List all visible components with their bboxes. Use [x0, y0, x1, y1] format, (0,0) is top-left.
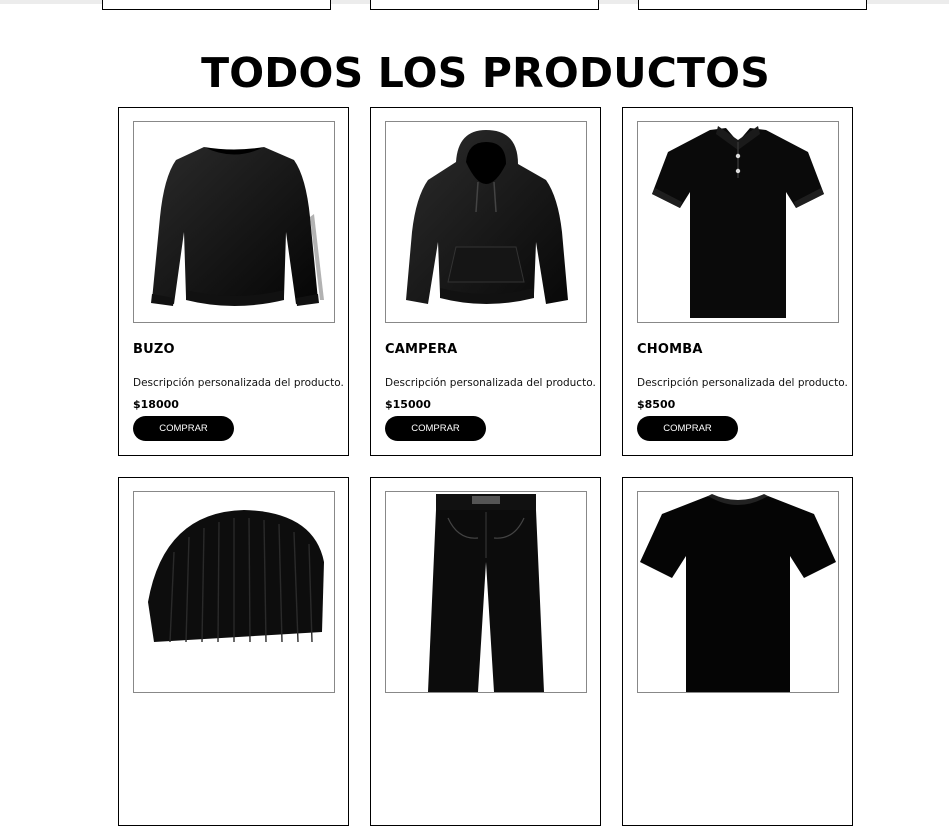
product-image[interactable]: [385, 121, 587, 323]
product-description: Descripción personalizada del producto.: [637, 377, 848, 389]
tshirt-image: [640, 494, 836, 692]
product-price: $8500: [637, 398, 676, 411]
product-card-partial-top: [370, 0, 599, 10]
section-title: TODOS LOS PRODUCTOS: [201, 49, 770, 97]
product-card-buzo: BUZO Descripción personalizada del produ…: [118, 107, 349, 456]
product-card-beanie: [118, 477, 349, 826]
product-image[interactable]: [637, 491, 839, 693]
buy-button[interactable]: COMPRAR: [637, 416, 738, 441]
product-card-partial-top: [102, 0, 331, 10]
polo-shirt-image: [652, 126, 824, 318]
product-image[interactable]: [385, 491, 587, 693]
product-description: Descripción personalizada del producto.: [133, 377, 344, 389]
buy-button[interactable]: COMPRAR: [133, 416, 234, 441]
product-price: $15000: [385, 398, 431, 411]
buy-button[interactable]: COMPRAR: [385, 416, 486, 441]
sweatshirt-image: [151, 147, 324, 306]
product-card-jeans: [370, 477, 601, 826]
product-card-partial-top: [638, 0, 867, 10]
product-description: Descripción personalizada del producto.: [385, 377, 596, 389]
product-name: CAMPERA: [385, 342, 458, 357]
product-card-campera: CAMPERA Descripción personalizada del pr…: [370, 107, 601, 456]
jeans-image: [428, 494, 544, 692]
product-card-tshirt: [622, 477, 853, 826]
product-card-chomba: CHOMBA Descripción personalizada del pro…: [622, 107, 853, 456]
product-image[interactable]: [133, 121, 335, 323]
product-name: CHOMBA: [637, 342, 703, 357]
product-price: $18000: [133, 398, 179, 411]
product-name: BUZO: [133, 342, 175, 357]
product-image[interactable]: [637, 121, 839, 323]
hoodie-image: [406, 130, 568, 304]
product-image[interactable]: [133, 491, 335, 693]
beanie-image: [148, 510, 324, 643]
